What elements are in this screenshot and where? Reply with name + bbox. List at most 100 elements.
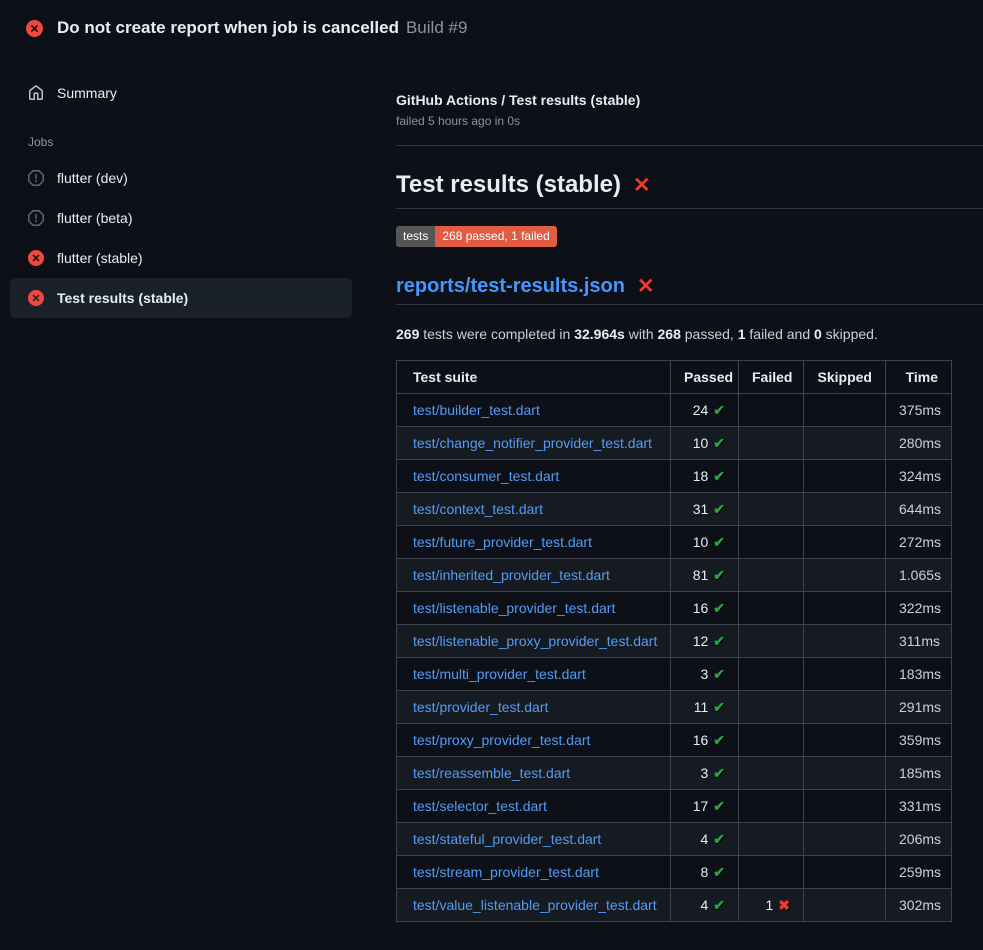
suite-link[interactable]: test/listenable_provider_test.dart (413, 600, 615, 616)
report-title: reports/test-results.json ✕ (396, 275, 983, 305)
failed-cell (739, 625, 804, 658)
run-status-line: failed 5 hours ago in 0s (396, 114, 983, 128)
sidebar-item-summary[interactable]: Summary (10, 73, 352, 113)
skipped-cell (804, 790, 886, 823)
fail-x-icon: ✕ (633, 175, 651, 196)
suite-cell: test/selector_test.dart (397, 790, 671, 823)
check-icon: ✔ (713, 435, 725, 451)
suite-cell: test/multi_provider_test.dart (397, 658, 671, 691)
count-value: 1 (765, 897, 773, 913)
skipped-cell (804, 592, 886, 625)
count-value: 10 (693, 435, 709, 451)
skipped-cell (804, 394, 886, 427)
table-row: test/context_test.dart31✔644ms (397, 493, 952, 526)
passed-cell: 24✔ (671, 394, 739, 427)
section-title: Test results (stable) ✕ (396, 171, 983, 209)
results-table: Test suite Passed Failed Skipped Time te… (396, 360, 952, 922)
table-row: test/reassemble_test.dart 3✔ 185ms (397, 757, 952, 790)
suite-link[interactable]: test/future_provider_test.dart (413, 534, 592, 550)
table-row: test/change_notifier_provider_test.dart 1… (397, 427, 952, 460)
passed-cell: 16✔ (671, 724, 739, 757)
failed-cell (739, 427, 804, 460)
suite-link[interactable]: test/stream_provider_test.dart (413, 864, 599, 880)
suite-link[interactable]: test/reassemble_test.dart (413, 765, 570, 781)
failed-cell (739, 691, 804, 724)
check-icon: ✔ (713, 501, 725, 517)
badge-value: 268 passed, 1 failed (435, 226, 556, 247)
time-cell: 206ms (886, 823, 952, 856)
skipped-cell (804, 526, 886, 559)
suite-link[interactable]: test/provider_test.dart (413, 699, 548, 715)
suite-link[interactable]: test/value_listenable_provider_test.dart (413, 897, 657, 913)
time-cell: 185ms (886, 757, 952, 790)
x-circle-icon (28, 290, 44, 306)
check-icon: ✔ (713, 633, 725, 649)
col-passed: Passed (671, 361, 739, 394)
results-table-body: test/builder_test.dart24✔375mstest/chang… (397, 394, 952, 922)
sidebar-item-test-results-stable[interactable]: Test results (stable) (10, 278, 352, 318)
check-icon: ✔ (713, 567, 725, 583)
time-cell: 183ms (886, 658, 952, 691)
count-value: 11 (694, 699, 709, 715)
summary-text: failed and (746, 326, 815, 342)
summary-number: 32.964s (574, 326, 625, 342)
passed-cell: 11✔ (671, 691, 739, 724)
failed-cell (739, 823, 804, 856)
table-row: test/builder_test.dart24✔375ms (397, 394, 952, 427)
sidebar-item-flutter-stable[interactable]: flutter (stable) (10, 238, 352, 278)
suite-link[interactable]: test/inherited_provider_test.dart (413, 567, 610, 583)
passed-cell: 10✔ (671, 526, 739, 559)
check-icon: ✔ (713, 798, 725, 814)
time-cell: 1.065s (886, 559, 952, 592)
suite-cell: test/listenable_proxy_provider_test.dart (397, 625, 671, 658)
skipped-cell (804, 460, 886, 493)
failed-cell (739, 460, 804, 493)
skipped-cell (804, 658, 886, 691)
passed-cell: 12✔ (671, 625, 739, 658)
sidebar-item-label: Summary (57, 85, 117, 101)
summary-number: 268 (658, 326, 681, 342)
failed-cell (739, 856, 804, 889)
time-cell: 291ms (886, 691, 952, 724)
suite-link[interactable]: test/listenable_proxy_provider_test.dart (413, 633, 657, 649)
suite-cell: test/context_test.dart (397, 493, 671, 526)
suite-link[interactable]: test/context_test.dart (413, 501, 543, 517)
count-value: 3 (700, 666, 708, 682)
passed-cell: 16✔ (671, 592, 739, 625)
suite-cell: test/builder_test.dart (397, 394, 671, 427)
suite-link[interactable]: test/builder_test.dart (413, 402, 540, 418)
suite-link[interactable]: test/stateful_provider_test.dart (413, 831, 601, 847)
suite-link[interactable]: test/selector_test.dart (413, 798, 547, 814)
report-link[interactable]: reports/test-results.json (396, 275, 625, 298)
time-cell: 324ms (886, 460, 952, 493)
time-cell: 280ms (886, 427, 952, 460)
build-header: Do not create report when job is cancell… (0, 0, 983, 56)
table-row: test/value_listenable_provider_test.dart… (397, 889, 952, 922)
check-icon: ✔ (713, 468, 725, 484)
time-cell: 331ms (886, 790, 952, 823)
failed-cell (739, 724, 804, 757)
count-value: 31 (693, 501, 709, 517)
passed-cell: 10✔ (671, 427, 739, 460)
time-cell: 359ms (886, 724, 952, 757)
check-icon: ✔ (713, 666, 725, 682)
suite-link[interactable]: test/proxy_provider_test.dart (413, 732, 590, 748)
failed-cell: 1✖ (739, 889, 804, 922)
count-value: 18 (693, 468, 709, 484)
check-icon: ✔ (713, 534, 725, 550)
time-cell: 322ms (886, 592, 952, 625)
suite-link[interactable]: test/change_notifier_provider_test.dart (413, 435, 652, 451)
check-icon: ✔ (713, 897, 725, 913)
passed-cell: 4✔ (671, 823, 739, 856)
passed-cell: 31✔ (671, 493, 739, 526)
suite-cell: test/proxy_provider_test.dart (397, 724, 671, 757)
suite-link[interactable]: test/consumer_test.dart (413, 468, 559, 484)
col-skipped: Skipped (804, 361, 886, 394)
failed-cell (739, 493, 804, 526)
passed-cell: 3✔ (671, 757, 739, 790)
failed-cell (739, 790, 804, 823)
skipped-cell (804, 559, 886, 592)
sidebar-item-flutter-dev[interactable]: flutter (dev) (10, 158, 352, 198)
suite-link[interactable]: test/multi_provider_test.dart (413, 666, 586, 682)
sidebar-item-flutter-beta[interactable]: flutter (beta) (10, 198, 352, 238)
